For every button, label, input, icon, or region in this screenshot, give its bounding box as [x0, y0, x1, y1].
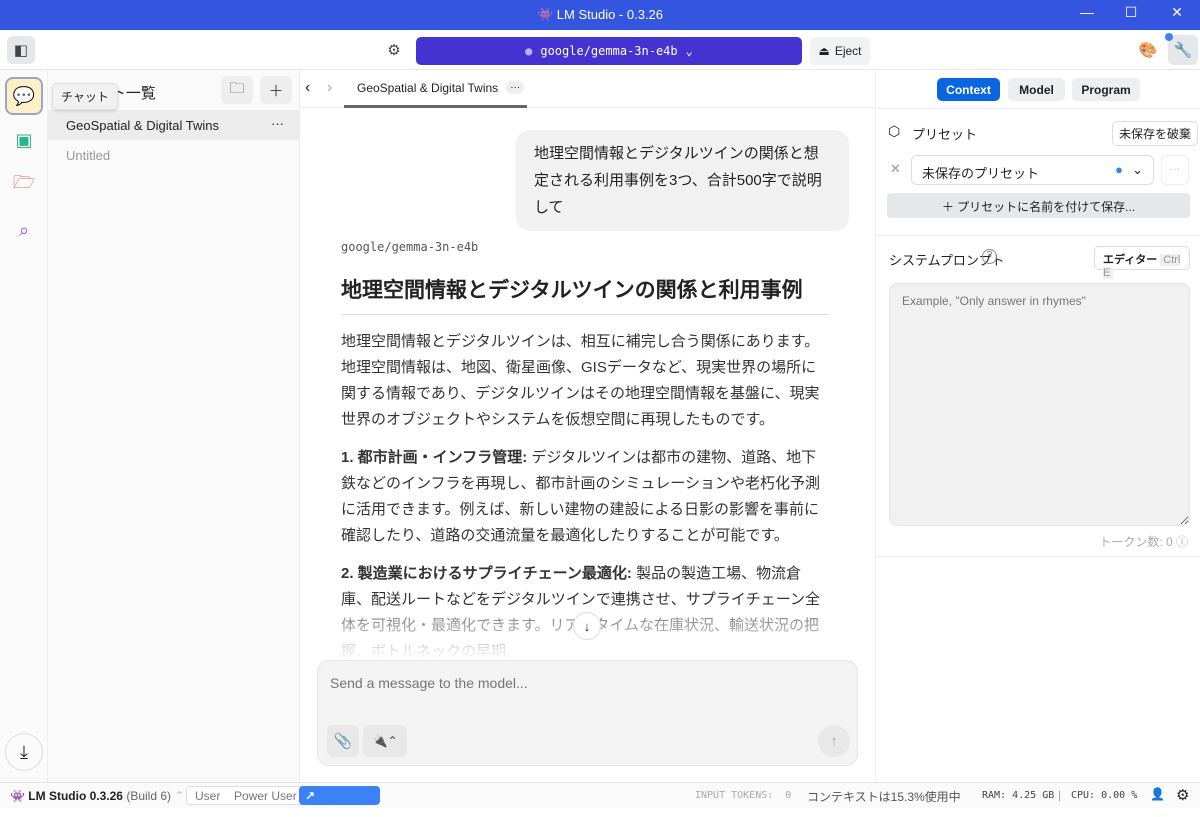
build: (Build 6) — [126, 789, 172, 803]
save-preset-button[interactable]: ＋ プリセットに名前を付けて保存... — [887, 193, 1190, 218]
chat-title: Untitled — [66, 148, 111, 163]
tab-model[interactable]: Model — [1008, 78, 1065, 101]
tab-label: GeoSpatial & Digital Twins — [357, 80, 499, 95]
more-icon[interactable]: ··· — [506, 81, 525, 94]
send-icon[interactable]: ↑ — [818, 725, 850, 757]
chevron-down-icon: ⌄ — [685, 44, 693, 58]
mode-developer[interactable]: ↗ Developer — [299, 786, 380, 817]
back-icon[interactable]: ‹ — [305, 79, 310, 97]
paragraph: 地理空間情報とデジタルツインは、相互に補完し合う関係にあります。地理空間情報は、… — [341, 333, 820, 428]
composer: 📎 🔌⌃ ↑ — [317, 660, 858, 766]
chevron-up-icon: ⌃ — [174, 789, 185, 803]
eject-label: Eject — [834, 44, 862, 58]
chat-title: GeoSpatial & Digital Twins — [66, 118, 219, 133]
search-icon[interactable]: ⌕ — [5, 211, 43, 249]
title-bar: 👾 LM Studio - 0.3.26 — ☐ ✕ — [0, 0, 1200, 30]
plugin-icon[interactable]: 🔌⌃ — [363, 725, 407, 757]
model-label: google/gemma-3n-e4b — [341, 240, 479, 254]
input-tokens: INPUT TOKENS: 0 — [695, 790, 792, 801]
new-chat-button[interactable]: ＋ — [260, 76, 292, 104]
more-icon[interactable]: ··· — [1161, 155, 1189, 185]
app-name: LM Studio 0.3.26 — [28, 789, 123, 803]
tab-program[interactable]: Program — [1072, 78, 1140, 101]
scroll-down-icon[interactable]: ↓ — [573, 612, 601, 640]
robot-icon: ● — [525, 44, 533, 58]
attach-icon[interactable]: 📎 — [327, 725, 359, 757]
gear-icon[interactable]: ⚙ — [380, 36, 408, 64]
response-heading: 地理空間情報とデジタルツインの関係と利用事例 — [341, 274, 829, 315]
divider: | — [1058, 788, 1062, 802]
chat-list-item[interactable]: GeoSpatial & Digital Twins ··· — [48, 110, 300, 140]
token-count-text: トークン数: 0 — [1099, 535, 1173, 549]
app-version[interactable]: 👾 LM Studio 0.3.26 (Build 6) ⌃ — [10, 789, 184, 803]
message-input[interactable] — [330, 675, 840, 691]
paragraph: 1. 都市計画・インフラ管理: デジタルツインは都市の建物、道路、地下鉄などのイ… — [341, 445, 829, 549]
context-usage: コンテキストは15.3%使用中 — [807, 790, 961, 804]
chat-main: ‹ › GeoSpatial & Digital Twins ··· 地理空間情報… — [300, 70, 875, 782]
cube-icon: ⬡ — [888, 123, 901, 139]
mode-power-user[interactable]: Power User — [234, 789, 297, 803]
editor-button[interactable]: エディター Ctrl E — [1094, 246, 1190, 279]
discard-button[interactable]: 未保存を破棄 — [1112, 121, 1199, 146]
chevron-down-icon: ⌄ — [1132, 162, 1143, 177]
bold-title: 1. 都市計画・インフラ管理: — [341, 449, 528, 466]
bold-title: 2. 製造業におけるサプライチェーン最適化: — [341, 565, 632, 582]
tab-chat[interactable]: GeoSpatial & Digital Twins ··· — [344, 70, 527, 108]
chat-list: チャット一覧 🗀 ＋ GeoSpatial & Digital Twins···… — [48, 70, 300, 782]
settings-icon[interactable]: ⚙ — [1176, 786, 1189, 804]
eject-button[interactable]: ⏏ Eject — [810, 37, 870, 65]
mode-developer-label: Developer — [305, 803, 364, 817]
user-message: 地理空間情報とデジタルツインの関係と想定される利用事例を3つ、合計500字で説明… — [516, 130, 849, 231]
unsaved-dot: ● — [1115, 162, 1123, 177]
minimize-button[interactable]: — — [1072, 4, 1102, 26]
palette-icon[interactable]: 🎨 — [1134, 36, 1162, 64]
app-logo-icon: 👾 — [10, 789, 25, 803]
terminal-icon[interactable]: ▣ — [5, 121, 43, 159]
maximize-button[interactable]: ☐ — [1116, 4, 1146, 26]
model-name: google/gemma-3n-e4b — [540, 44, 678, 58]
settings-panel: Context Model Program ⬡ プリセット 未保存を破棄 ✕ 未… — [875, 70, 1200, 782]
clear-preset-icon[interactable]: ✕ — [890, 161, 901, 177]
folder-icon[interactable]: 🗁 — [5, 166, 43, 204]
cpu-usage: CPU: 0.00 % — [1071, 790, 1138, 801]
system-prompt-input[interactable] — [889, 283, 1190, 526]
model-selector[interactable]: ● google/gemma-3n-e4b ⌄ — [416, 37, 802, 65]
preset-label: プリセット — [912, 127, 978, 142]
preset-value: 未保存のプリセット — [922, 166, 1040, 181]
forward-icon[interactable]: › — [327, 79, 332, 97]
token-count: トークン数: 0 ⓘ — [1099, 535, 1188, 549]
more-icon[interactable]: ··· — [271, 116, 284, 131]
nav-rail: 💬 ▣ 🗁 ⌕ ⤓ — [0, 70, 48, 782]
new-folder-icon[interactable]: 🗀 — [221, 76, 253, 104]
tab-bar: ‹ › GeoSpatial & Digital Twins ··· — [300, 70, 875, 108]
sidebar-toggle-icon[interactable]: ◧ — [7, 36, 35, 64]
close-button[interactable]: ✕ — [1162, 4, 1192, 26]
user-icon[interactable]: 👤 — [1150, 787, 1165, 801]
mode-switch: User Power User ↗ Developer — [186, 786, 380, 817]
tab-context[interactable]: Context — [937, 78, 1000, 101]
mode-user[interactable]: User — [195, 789, 220, 803]
help-icon[interactable]: ? — [982, 249, 997, 264]
chat-icon[interactable]: 💬 — [5, 77, 43, 115]
notification-dot — [1165, 33, 1173, 41]
ram-usage: RAM: 4.25 GB — [982, 790, 1055, 801]
chat-list-item[interactable]: Untitled — [48, 140, 300, 170]
window-title: LM Studio - 0.3.26 — [556, 7, 664, 22]
status-bar: 👾 LM Studio 0.3.26 (Build 6) ⌃ User Powe… — [0, 782, 1200, 817]
editor-label: エディター — [1103, 254, 1158, 266]
tooltip: チャット — [52, 83, 118, 110]
app-logo-icon: 👾 — [536, 7, 554, 22]
preset-select[interactable]: 未保存のプリセット ● ⌄ — [911, 155, 1154, 185]
wrench-icon[interactable]: 🔧 — [1168, 35, 1198, 65]
download-icon[interactable]: ⤓ — [5, 733, 43, 771]
eject-icon: ⏏ — [818, 44, 830, 58]
